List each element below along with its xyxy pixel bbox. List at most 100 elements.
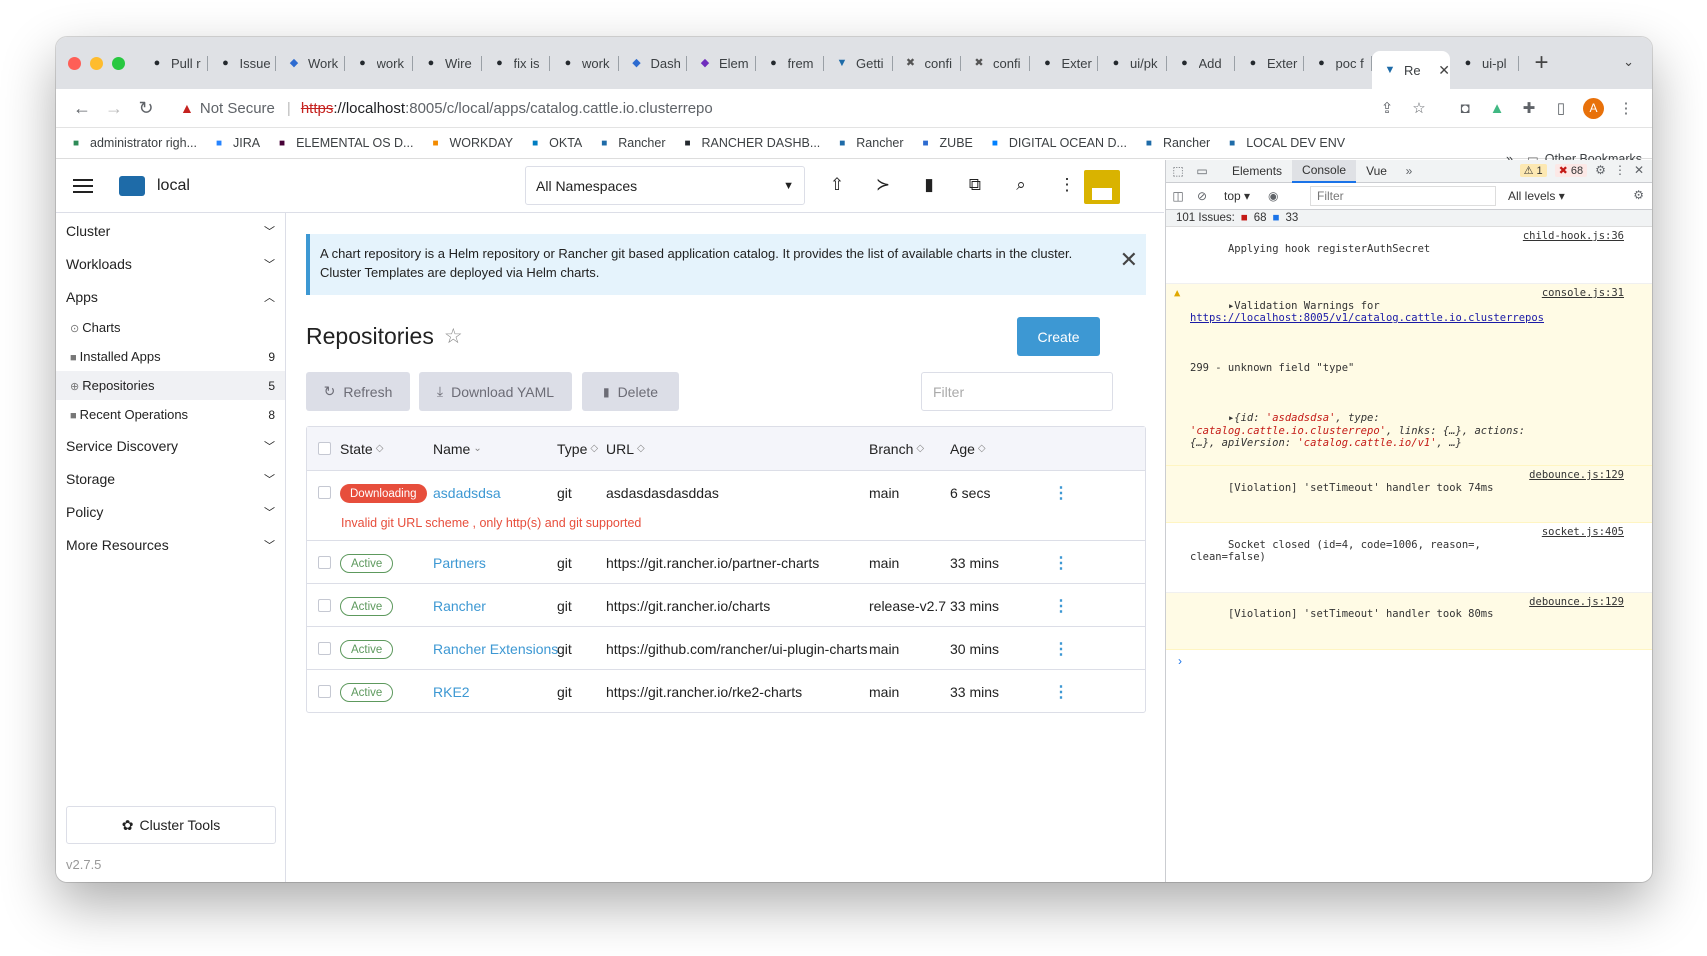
browser-tab[interactable]: ◆ Elem <box>687 47 756 79</box>
sidebar-group-apps[interactable]: Apps ︿ <box>56 280 285 313</box>
column-type[interactable]: Type ◇ <box>557 441 598 457</box>
new-tab-button[interactable]: + <box>1535 51 1549 75</box>
bookmark-item[interactable]: ■ DIGITAL OCEAN D... <box>987 135 1127 151</box>
sidebar-item[interactable]: ⊕ Repositories 5 <box>56 371 285 400</box>
browser-tab[interactable]: ● Issue <box>208 47 277 79</box>
download-kubeconfig-icon[interactable]: ▮ <box>918 175 940 195</box>
browser-tab[interactable]: ✖ confi <box>893 47 962 79</box>
user-avatar[interactable] <box>1084 170 1120 204</box>
tab-search-icon[interactable]: ⌄ <box>1623 54 1634 70</box>
console-settings-icon[interactable]: ⚙ <box>1633 188 1644 202</box>
bookmark-star-icon[interactable]: ☆ <box>1409 99 1429 117</box>
browser-tab[interactable]: ● poc f <box>1304 47 1373 79</box>
context-select[interactable]: top ▾ <box>1224 189 1250 203</box>
kubectl-shell-icon[interactable]: ≻ <box>872 175 894 195</box>
bookmark-item[interactable]: ■ ELEMENTAL OS D... <box>274 135 413 151</box>
eye-icon[interactable]: ◉ <box>1268 189 1278 203</box>
hamburger-menu-icon[interactable] <box>73 179 93 193</box>
column-name[interactable]: Name ⌄ <box>433 441 482 457</box>
cell-name-text[interactable]: Partners <box>433 555 486 571</box>
row-actions-icon[interactable]: ⋮ <box>1053 682 1069 702</box>
cell-name[interactable]: Rancher <box>433 598 486 614</box>
close-devtools-icon[interactable]: ✕ <box>1634 163 1644 177</box>
browser-tab[interactable]: ● Pull r <box>139 47 208 79</box>
create-button[interactable]: Create <box>1017 317 1100 356</box>
address-bar[interactable]: ▲ Not Secure | https://localhost:8005/c/… <box>168 93 1377 123</box>
bookmark-item[interactable]: ■ Rancher <box>596 135 665 151</box>
column-url[interactable]: URL ◇ <box>606 441 645 457</box>
tab-console[interactable]: Console <box>1292 159 1357 183</box>
sidebar-item[interactable]: ■ Installed Apps 9 <box>56 342 285 371</box>
column-age[interactable]: Age ◇ <box>950 441 986 457</box>
sidebar-group[interactable]: Cluster ﹀ <box>56 214 285 247</box>
browser-tab[interactable]: ● work <box>345 47 414 79</box>
side-panel-icon[interactable]: ▯ <box>1551 99 1571 117</box>
close-icon[interactable]: ✕ <box>1120 249 1138 271</box>
row-actions-icon[interactable]: ⋮ <box>1053 553 1069 573</box>
minimize-window-button[interactable] <box>90 56 103 70</box>
profile-avatar[interactable]: A <box>1583 97 1604 119</box>
column-state[interactable]: State ◇ <box>340 441 383 457</box>
filter-input[interactable]: Filter <box>921 372 1113 411</box>
clear-console-icon[interactable]: ⊘ <box>1190 189 1214 203</box>
extensions-icon[interactable]: ✚ <box>1519 99 1539 117</box>
browser-tab[interactable]: ● Add <box>1167 47 1236 79</box>
source-link[interactable]: socket.js:405 <box>1542 526 1624 539</box>
row-checkbox[interactable] <box>318 685 331 698</box>
console-warning-link[interactable]: https://localhost:8005/v1/catalog.cattle… <box>1190 312 1544 324</box>
sidebar-group[interactable]: Policy ﹀ <box>56 495 285 528</box>
more-actions-icon[interactable]: ⋮ <box>1056 175 1078 195</box>
source-link[interactable]: console.js:31 <box>1542 287 1624 300</box>
download-yaml-button[interactable]: ⤓ Download YAML <box>419 372 572 411</box>
source-link[interactable]: debounce.js:129 <box>1529 469 1624 482</box>
browser-tab[interactable]: ● Wire <box>413 47 482 79</box>
console-filter-input[interactable]: Filter <box>1310 186 1496 206</box>
cell-name[interactable]: asdadsdsa <box>433 485 501 501</box>
sidebar-item[interactable]: ⊙ Charts <box>56 313 285 342</box>
import-yaml-icon[interactable]: ⇧ <box>826 175 848 195</box>
cell-name[interactable]: Partners <box>433 555 486 571</box>
browser-tab[interactable]: ● work <box>550 47 619 79</box>
bookmark-item[interactable]: ■ OKTA <box>527 135 582 151</box>
browser-tab[interactable]: ▼ Re ✕ <box>1372 51 1450 89</box>
source-link[interactable]: child-hook.js:36 <box>1523 230 1624 243</box>
row-actions-icon[interactable]: ⋮ <box>1053 483 1069 503</box>
error-count-badge[interactable]: ✖ 68 <box>1554 163 1588 177</box>
sidebar-toggle-icon[interactable]: ◫ <box>1166 189 1190 203</box>
browser-tab[interactable]: ● ui/pk <box>1098 47 1167 79</box>
reload-icon[interactable]: ↻ <box>130 98 162 119</box>
browser-tab[interactable]: ● fix is <box>482 47 551 79</box>
browser-tab[interactable]: ● Exter <box>1030 47 1099 79</box>
sidebar-group[interactable]: Service Discovery ﹀ <box>56 429 285 462</box>
row-checkbox[interactable] <box>318 556 331 569</box>
sidebar-item[interactable]: ■ Recent Operations 8 <box>56 400 285 429</box>
settings-icon[interactable]: ⚙ <box>1595 163 1606 177</box>
browser-tab[interactable]: ✖ confi <box>961 47 1030 79</box>
row-actions-icon[interactable]: ⋮ <box>1053 639 1069 659</box>
bookmark-item[interactable]: ■ ZUBE <box>918 135 973 151</box>
sidebar-group[interactable]: Workloads ﹀ <box>56 247 285 280</box>
browser-tab[interactable]: ● frem <box>756 47 825 79</box>
close-tab-icon[interactable]: ✕ <box>1438 62 1450 79</box>
inspect-element-icon[interactable]: ⬚ <box>1166 164 1190 178</box>
row-checkbox[interactable] <box>318 486 331 499</box>
bookmark-item[interactable]: ■ administrator righ... <box>68 135 197 151</box>
column-branch[interactable]: Branch ◇ <box>869 441 924 457</box>
console-prompt[interactable]: › <box>1166 650 1652 672</box>
issues-bar[interactable]: 101 Issues: ■ 68 ■ 33 <box>1166 210 1652 227</box>
warning-count-badge[interactable]: ⚠ 1 <box>1519 163 1547 177</box>
maximize-window-button[interactable] <box>112 56 125 70</box>
object-preview[interactable]: ▸{id: 'asdadsdsa', type: 'catalog.cattle… <box>1190 412 1531 449</box>
copy-kubeconfig-icon[interactable]: ⧉ <box>964 175 986 195</box>
cell-name[interactable]: Rancher Extensions <box>433 641 558 657</box>
bookmark-item[interactable]: ■ JIRA <box>211 135 260 151</box>
camera-icon[interactable]: ◘ <box>1455 100 1475 117</box>
sidebar-group[interactable]: More Resources ﹀ <box>56 528 285 561</box>
select-all-checkbox[interactable] <box>318 442 331 455</box>
cell-name[interactable]: RKE2 <box>433 684 470 700</box>
row-actions-icon[interactable]: ⋮ <box>1053 596 1069 616</box>
delete-button[interactable]: ▮ Delete <box>582 372 679 411</box>
cell-name-text[interactable]: Rancher <box>433 598 486 614</box>
search-icon[interactable]: ⌕ <box>1010 175 1032 195</box>
refresh-button[interactable]: ↻ Refresh <box>306 372 410 411</box>
